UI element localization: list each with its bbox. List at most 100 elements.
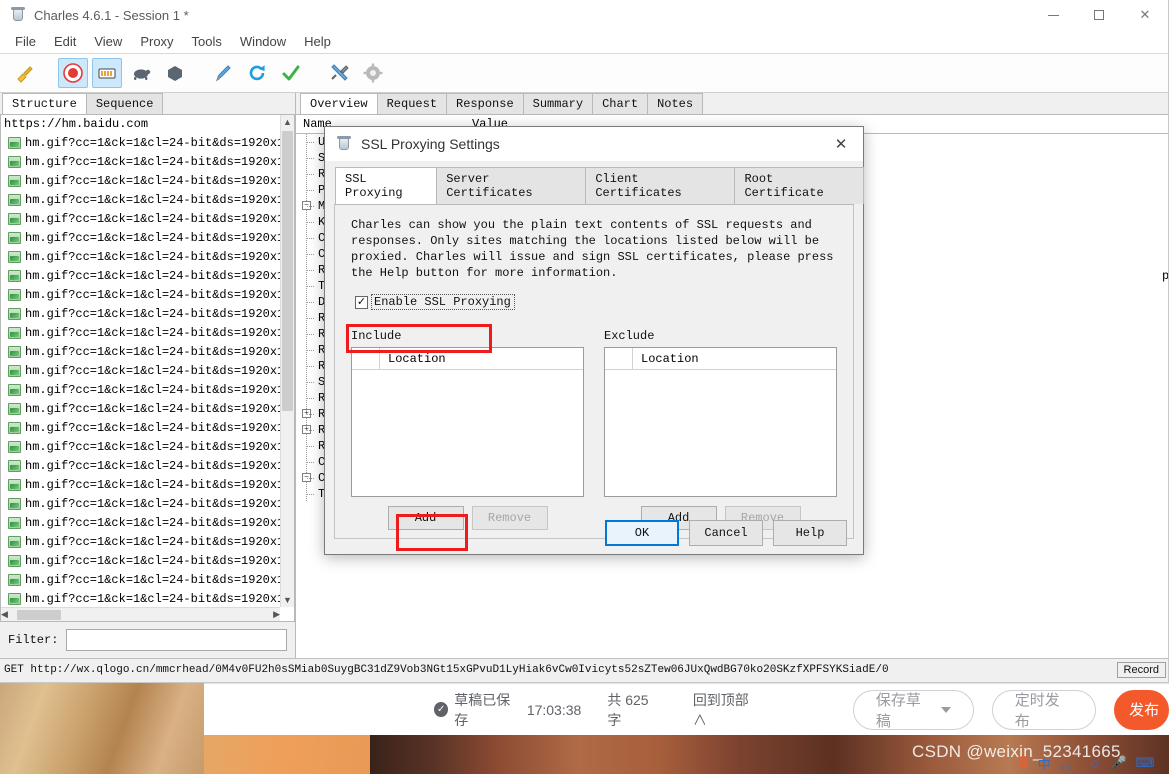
tree-item[interactable]: hm.gif?cc=1&ck=1&cl=24-bit&ds=1920x1080&… xyxy=(1,228,280,247)
breakpoints-icon[interactable] xyxy=(126,58,156,88)
exclude-list[interactable]: Location xyxy=(604,347,837,497)
menu-item-file[interactable]: File xyxy=(6,31,45,52)
tab-response[interactable]: Response xyxy=(446,93,524,114)
throttle-icon[interactable] xyxy=(92,58,122,88)
tree-item[interactable]: hm.gif?cc=1&ck=1&cl=24-bit&ds=1920x1080&… xyxy=(1,437,280,456)
enable-ssl-proxying-checkbox[interactable]: ✓ xyxy=(355,295,368,309)
tab-summary[interactable]: Summary xyxy=(522,93,594,114)
tab-structure[interactable]: Structure xyxy=(2,93,87,114)
record-icon[interactable] xyxy=(58,58,88,88)
scroll-left-icon[interactable]: ◀ xyxy=(1,608,8,622)
horizontal-scroll-thumb[interactable] xyxy=(17,610,61,620)
enable-ssl-proxying-row[interactable]: ✓ Enable SSL Proxying xyxy=(351,293,515,311)
tree-root-host[interactable]: https://hm.baidu.com xyxy=(1,116,280,133)
ok-button[interactable]: OK xyxy=(605,520,679,546)
background-photo-middle xyxy=(204,735,370,774)
tree-item[interactable]: hm.gif?cc=1&ck=1&cl=24-bit&ds=1920x1080&… xyxy=(1,532,280,551)
tree-item[interactable]: hm.gif?cc=1&ck=1&cl=24-bit&ds=1920x1080&… xyxy=(1,323,280,342)
compose-icon[interactable] xyxy=(160,58,190,88)
menu-item-proxy[interactable]: Proxy xyxy=(131,31,182,52)
dialog-close-button[interactable]: ✕ xyxy=(819,127,863,161)
scroll-down-icon[interactable]: ▼ xyxy=(281,593,294,607)
tree-item[interactable]: hm.gif?cc=1&ck=1&cl=24-bit&ds=1920x1080&… xyxy=(1,494,280,513)
menu-item-view[interactable]: View xyxy=(85,31,131,52)
tree-item[interactable]: hm.gif?cc=1&ck=1&cl=24-bit&ds=1920x1080&… xyxy=(1,342,280,361)
image-file-icon xyxy=(8,383,21,396)
repeat-icon[interactable] xyxy=(242,58,272,88)
include-list[interactable]: Location xyxy=(351,347,584,497)
dialog-tab-server-certificates[interactable]: Server Certificates xyxy=(436,167,587,204)
tab-sequence[interactable]: Sequence xyxy=(85,93,164,114)
tree-item[interactable]: hm.gif?cc=1&ck=1&cl=24-bit&ds=1920x1080&… xyxy=(1,133,280,152)
menu-item-edit[interactable]: Edit xyxy=(45,31,85,52)
session-tree[interactable]: https://hm.baidu.com hm.gif?cc=1&ck=1&cl… xyxy=(1,115,280,607)
dialog-tab-client-certificates[interactable]: Client Certificates xyxy=(585,167,736,204)
edit-icon[interactable] xyxy=(208,58,238,88)
tree-item[interactable]: hm.gif?cc=1&ck=1&cl=24-bit&ds=1920x1080&… xyxy=(1,209,280,228)
settings-icon[interactable] xyxy=(358,58,388,88)
expand-node-icon[interactable]: − xyxy=(302,473,311,482)
close-button[interactable]: ✕ xyxy=(1122,0,1168,30)
menu-item-tools[interactable]: Tools xyxy=(183,31,231,52)
filter-input[interactable] xyxy=(66,629,287,651)
tree-item[interactable]: hm.gif?cc=1&ck=1&cl=24-bit&ds=1920x1080&… xyxy=(1,513,280,532)
expand-node-icon[interactable]: + xyxy=(302,409,311,418)
ime-voice-icon[interactable]: 🎤 xyxy=(1110,755,1126,771)
cancel-button[interactable]: Cancel xyxy=(689,520,763,546)
tree-item[interactable]: hm.gif?cc=1&ck=1&cl=24-bit&ds=1920x1080&… xyxy=(1,266,280,285)
ssl-proxying-settings-dialog: SSL Proxying Settings ✕ SSL Proxying Serv… xyxy=(324,126,865,555)
tree-item[interactable]: hm.gif?cc=1&ck=1&cl=24-bit&ds=1920x1080&… xyxy=(1,152,280,171)
expand-node-icon[interactable]: + xyxy=(302,425,311,434)
save-draft-button[interactable]: 保存草稿 xyxy=(852,689,974,730)
ime-emoji-icon[interactable]: ☺ xyxy=(1088,756,1101,771)
tree-item[interactable]: hm.gif?cc=1&ck=1&cl=24-bit&ds=1920x1080&… xyxy=(1,190,280,209)
scroll-right-icon[interactable]: ▶ xyxy=(273,608,280,622)
scroll-up-icon[interactable]: ▲ xyxy=(281,115,294,129)
tab-notes[interactable]: Notes xyxy=(647,93,704,114)
minimize-button[interactable] xyxy=(1030,0,1076,30)
tree-item[interactable]: hm.gif?cc=1&ck=1&cl=24-bit&ds=1920x1080&… xyxy=(1,304,280,323)
dialog-tab-ssl-proxying[interactable]: SSL Proxying xyxy=(335,167,438,204)
menu-item-help[interactable]: Help xyxy=(295,31,340,52)
vertical-scroll-thumb[interactable] xyxy=(282,131,293,411)
ime-keyboard-icon[interactable]: ⌨ xyxy=(1136,755,1155,771)
tree-horizontal-scrollbar[interactable]: ◀ ▶ xyxy=(1,607,280,621)
help-button[interactable]: Help xyxy=(773,520,847,546)
tree-vertical-scrollbar[interactable]: ▲ ▼ xyxy=(280,115,294,607)
tree-item[interactable]: hm.gif?cc=1&ck=1&cl=24-bit&ds=1920x1080&… xyxy=(1,551,280,570)
tab-request[interactable]: Request xyxy=(376,93,448,114)
ime-punctuation-icon[interactable]: 。， xyxy=(1060,754,1080,773)
tree-item-label: hm.gif?cc=1&ck=1&cl=24-bit&ds=1920x1080&… xyxy=(25,534,280,549)
tree-item[interactable]: hm.gif?cc=1&ck=1&cl=24-bit&ds=1920x1080&… xyxy=(1,570,280,589)
tree-item[interactable]: hm.gif?cc=1&ck=1&cl=24-bit&ds=1920x1080&… xyxy=(1,589,280,607)
tree-item[interactable]: hm.gif?cc=1&ck=1&cl=24-bit&ds=1920x1080&… xyxy=(1,475,280,494)
validate-icon[interactable] xyxy=(276,58,306,88)
publish-button[interactable]: 发布 xyxy=(1114,689,1169,730)
collapse-node-icon[interactable]: − xyxy=(302,201,311,210)
tree-item[interactable]: hm.gif?cc=1&ck=1&cl=24-bit&ds=1920x1080&… xyxy=(1,399,280,418)
maximize-button[interactable] xyxy=(1076,0,1122,30)
tab-chart[interactable]: Chart xyxy=(592,93,649,114)
tree-item[interactable]: hm.gif?cc=1&ck=1&cl=24-bit&ds=1920x1080&… xyxy=(1,456,280,475)
dialog-tab-root-certificate[interactable]: Root Certificate xyxy=(734,167,865,204)
image-file-icon xyxy=(8,193,21,206)
tree-item[interactable]: hm.gif?cc=1&ck=1&cl=24-bit&ds=1920x1080&… xyxy=(1,171,280,190)
sogou-ime-toolbar[interactable]: S 中 。， ☺ 🎤 ⌨ xyxy=(1018,752,1154,774)
ime-logo-icon[interactable]: S xyxy=(1018,754,1029,772)
clear-session-icon[interactable] xyxy=(10,58,40,88)
image-file-icon xyxy=(8,155,21,168)
tab-overview[interactable]: Overview xyxy=(300,93,378,114)
session-tree-panel: https://hm.baidu.com hm.gif?cc=1&ck=1&cl… xyxy=(0,114,295,622)
back-to-top-link[interactable]: 回到顶部∧ xyxy=(693,690,761,730)
tools-icon[interactable] xyxy=(324,58,354,88)
ime-chinese-mode-icon[interactable]: 中 xyxy=(1038,754,1051,773)
tree-connector-icon xyxy=(296,150,318,166)
tree-item[interactable]: hm.gif?cc=1&ck=1&cl=24-bit&ds=1920x1080&… xyxy=(1,380,280,399)
record-status-button[interactable]: Record xyxy=(1116,661,1166,678)
tree-item[interactable]: hm.gif?cc=1&ck=1&cl=24-bit&ds=1920x1080&… xyxy=(1,418,280,437)
tree-item[interactable]: hm.gif?cc=1&ck=1&cl=24-bit&ds=1920x1080&… xyxy=(1,361,280,380)
tree-item[interactable]: hm.gif?cc=1&ck=1&cl=24-bit&ds=1920x1080&… xyxy=(1,247,280,266)
tree-item[interactable]: hm.gif?cc=1&ck=1&cl=24-bit&ds=1920x1080&… xyxy=(1,285,280,304)
menu-item-window[interactable]: Window xyxy=(231,31,295,52)
schedule-publish-button[interactable]: 定时发布 xyxy=(991,689,1097,730)
